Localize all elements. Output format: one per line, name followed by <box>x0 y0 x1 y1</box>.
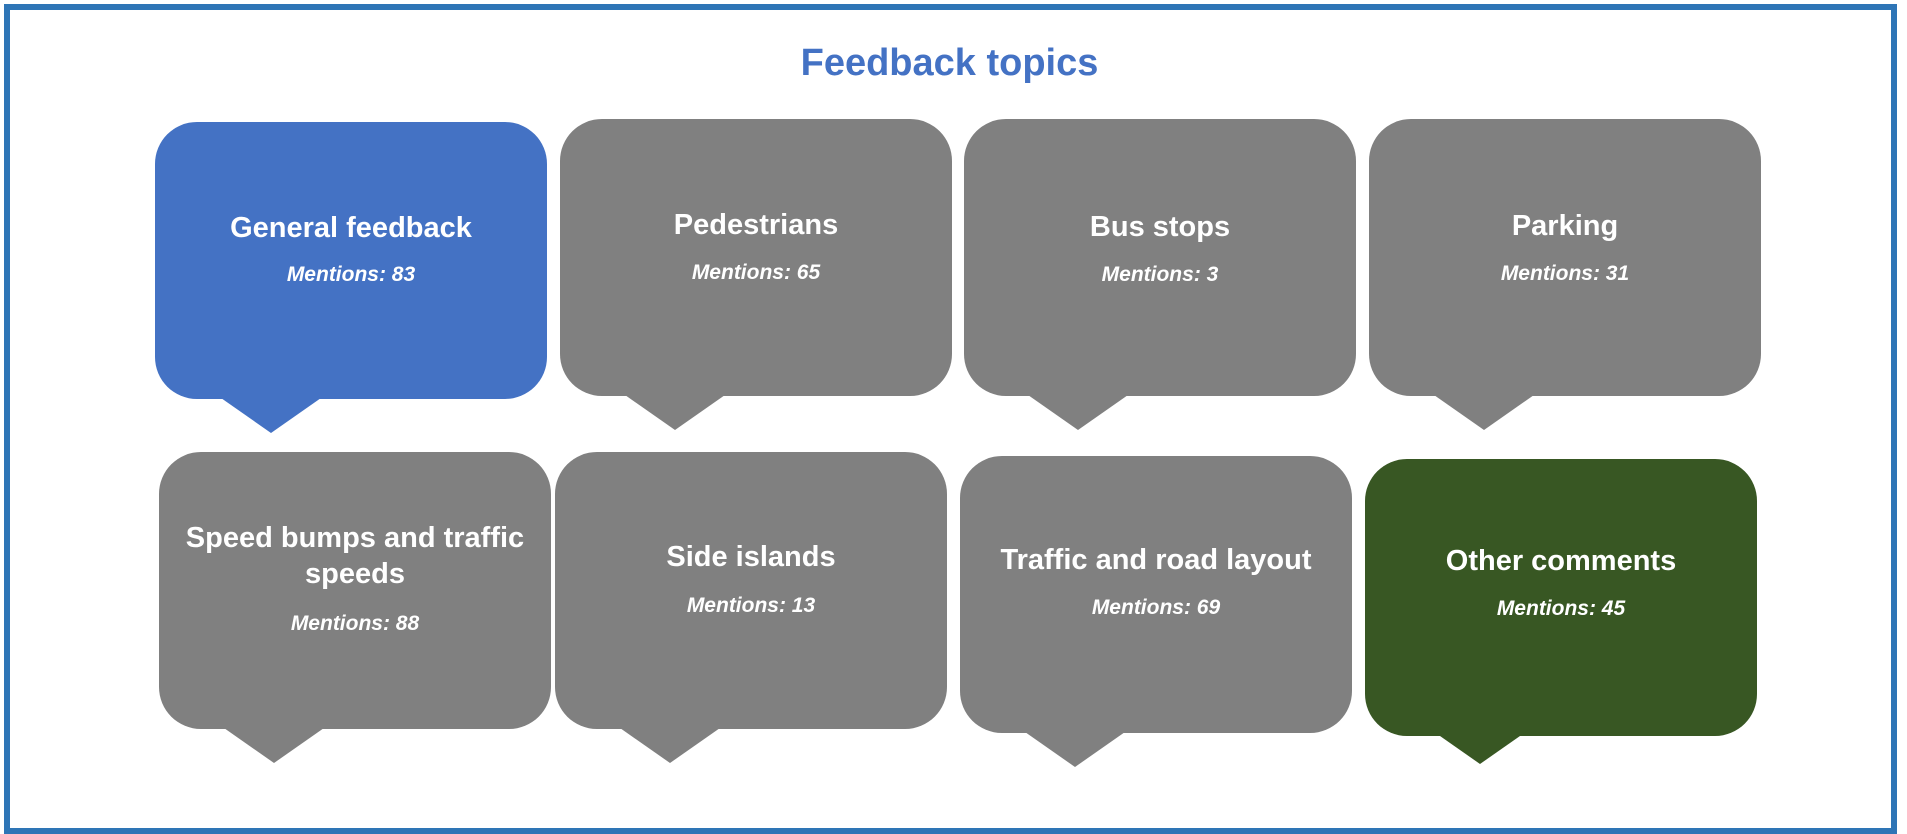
topic-bubble-parking[interactable]: Parking Mentions: 31 <box>1369 119 1761 430</box>
topic-label: General feedback <box>230 212 472 244</box>
page-title: Feedback topics <box>800 42 1099 84</box>
topic-mentions: Mentions: 69 <box>1091 596 1221 619</box>
topic-mentions: Mentions: 83 <box>286 263 416 286</box>
topic-label: Bus stops <box>1089 211 1231 243</box>
topic-mentions: Mentions: 88 <box>290 612 420 635</box>
topic-mentions: Mentions: 31 <box>1500 262 1630 285</box>
speech-tail <box>1028 395 1128 430</box>
topic-mentions: Mentions: 13 <box>686 594 816 617</box>
topic-bubble-side-islands[interactable]: Side islands Mentions: 13 <box>555 452 947 763</box>
topic-label: Parking <box>1511 210 1619 242</box>
speech-tail <box>1025 732 1125 767</box>
topic-label: Speed bumps and traffic speeds <box>185 522 525 590</box>
topic-label: Pedestrians <box>673 209 839 241</box>
topic-mentions: Mentions: 3 <box>1101 263 1219 286</box>
topic-bubble-speed-bumps[interactable]: Speed bumps and traffic speeds Mentions:… <box>159 452 551 763</box>
topic-mentions: Mentions: 45 <box>1496 597 1626 620</box>
topic-label: Traffic and road layout <box>1000 544 1312 576</box>
topic-bubble-general-feedback[interactable]: General feedback Mentions: 83 <box>155 122 547 433</box>
speech-tail <box>620 728 720 763</box>
speech-tail <box>1430 729 1530 764</box>
speech-tail <box>1434 395 1534 430</box>
speech-tail <box>625 395 725 430</box>
topic-label: Other comments <box>1445 545 1677 577</box>
topic-bubble-pedestrians[interactable]: Pedestrians Mentions: 65 <box>560 119 952 430</box>
speech-tail <box>221 398 321 433</box>
speech-tail <box>224 728 324 763</box>
topic-mentions: Mentions: 65 <box>691 261 821 284</box>
topic-bubble-traffic-road-layout[interactable]: Traffic and road layout Mentions: 69 <box>960 456 1352 767</box>
topic-label: Side islands <box>666 541 836 573</box>
topic-bubble-other-comments[interactable]: Other comments Mentions: 45 <box>1365 459 1757 764</box>
topic-bubble-bus-stops[interactable]: Bus stops Mentions: 3 <box>964 119 1356 430</box>
